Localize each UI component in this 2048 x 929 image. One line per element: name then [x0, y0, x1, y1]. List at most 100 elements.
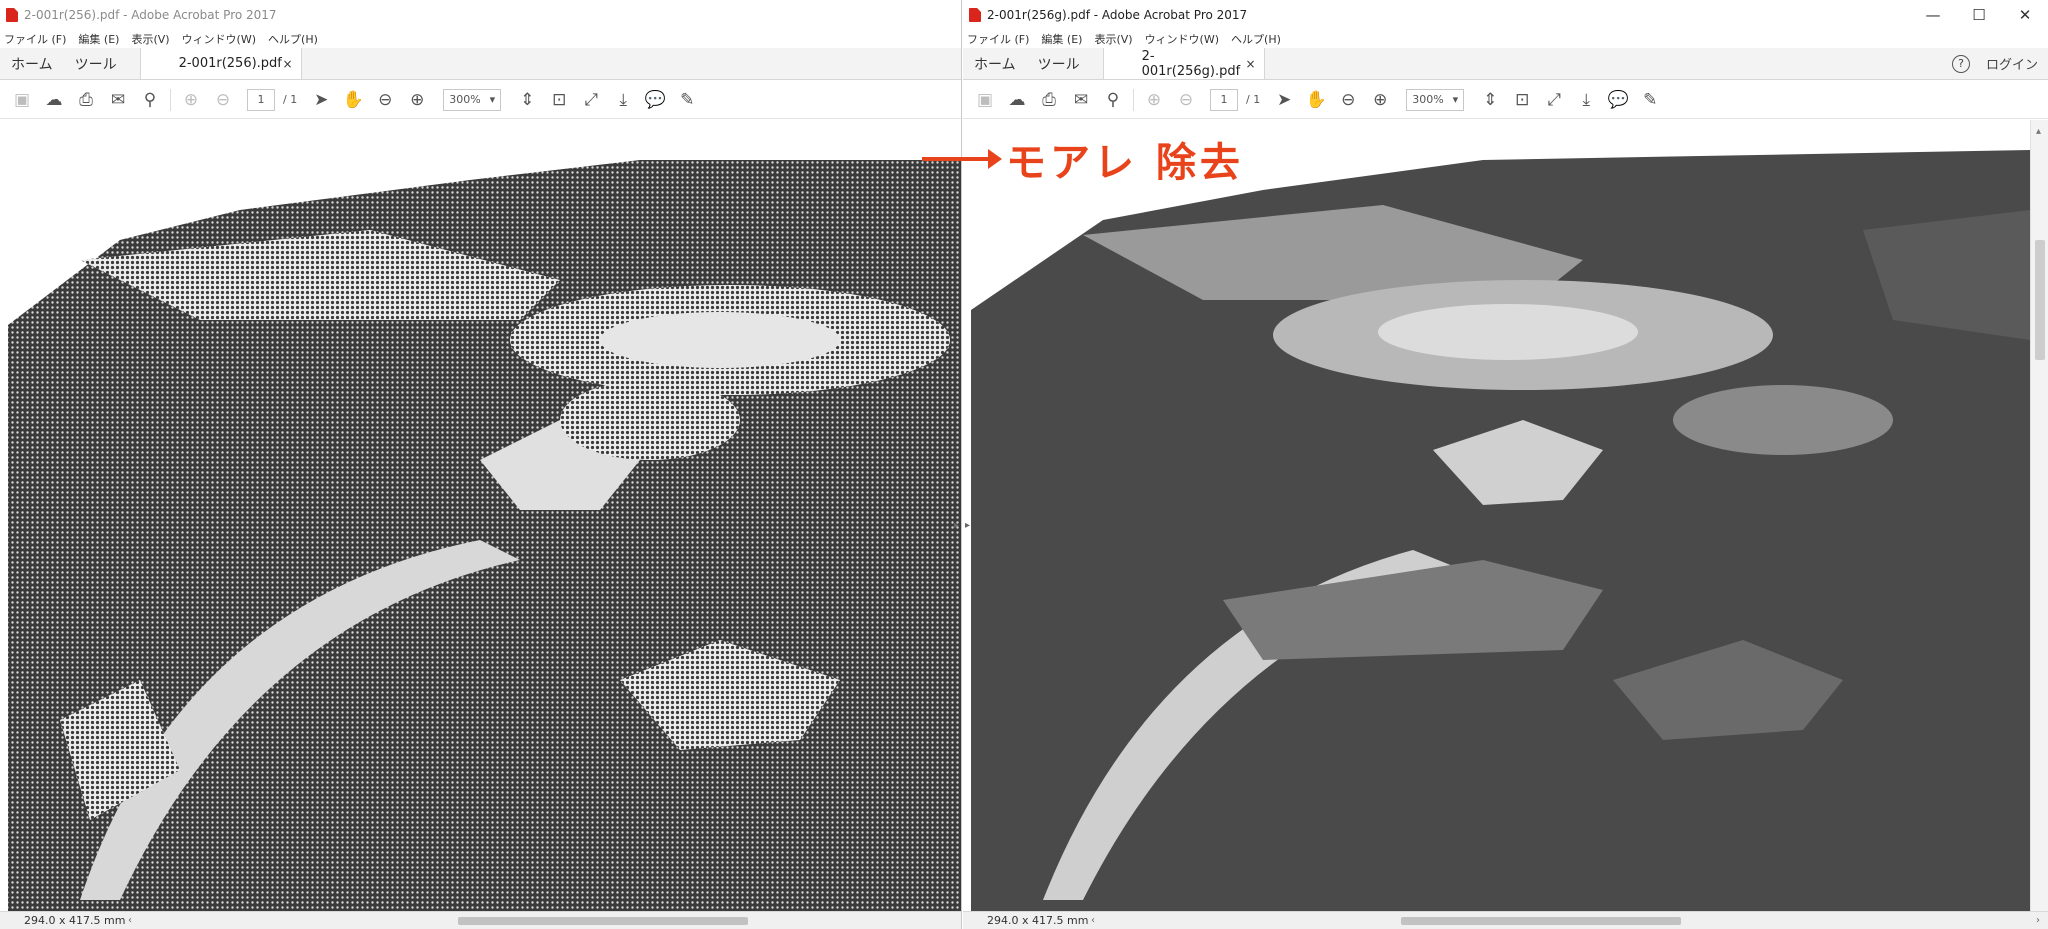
mail-icon[interactable]: ✉	[1065, 85, 1097, 115]
document-tab-label: 2-001r(256).pdf	[178, 56, 282, 71]
search-icon[interactable]: ⚲	[134, 85, 166, 115]
close-tab-icon[interactable]: ×	[283, 57, 293, 71]
menu-edit[interactable]: 編集 (E)	[78, 31, 119, 47]
page-down-icon[interactable]: ⊖	[1170, 85, 1202, 115]
page-navigator: 1 / 1	[247, 88, 297, 111]
descreened-scan-image	[963, 120, 2030, 911]
scroll-left-icon[interactable]: ‹	[1091, 912, 1095, 929]
save-icon[interactable]: ▣	[6, 85, 38, 115]
toolbar-divider	[170, 88, 171, 111]
toolbar: ▣ ☁ ⎙ ✉ ⚲ ⊕ ⊖ 1 / 1 ➤ ✋ ⊖ ⊕ 300% ▾ ⇕ ⊡ ⤢…	[963, 81, 2048, 119]
login-link[interactable]: ログイン	[1986, 54, 2038, 73]
page-size: 294.0 x 417.5 mm	[987, 914, 1089, 927]
status-bar: 294.0 x 417.5 mm ‹	[0, 911, 961, 929]
document-tab[interactable]: 2-001r(256).pdf ×	[139, 48, 302, 79]
panel-toggle-icon[interactable]: ▸	[965, 520, 970, 531]
mail-icon[interactable]: ✉	[102, 85, 134, 115]
print-icon[interactable]: ⎙	[70, 85, 102, 115]
tab-home[interactable]: ホーム	[0, 48, 64, 79]
menu-file[interactable]: ファイル (F)	[4, 31, 66, 47]
horizontal-scrollbar[interactable]: ‹	[128, 912, 961, 929]
close-icon[interactable]: ✕	[2002, 0, 2048, 30]
menu-help[interactable]: ヘルプ(H)	[1231, 31, 1281, 47]
zoom-out-icon[interactable]: ⊖	[1332, 85, 1364, 115]
tab-tools[interactable]: ツール	[64, 48, 128, 79]
fit-page-icon[interactable]: ⇕	[1474, 85, 1506, 115]
scroll-up-icon[interactable]: ▴	[2036, 126, 2041, 137]
sign-icon[interactable]: ✎	[1634, 85, 1666, 115]
close-tab-icon[interactable]: ×	[1246, 57, 1256, 71]
minimize-icon[interactable]: —	[1910, 0, 1956, 30]
page-down-icon[interactable]: ⊖	[207, 85, 239, 115]
page-up-icon[interactable]: ⊕	[1138, 85, 1170, 115]
halftone-scan-image	[0, 120, 961, 911]
select-arrow-icon[interactable]: ➤	[1268, 85, 1300, 115]
document-tab[interactable]: 2-001r(256g).pdf ×	[1102, 48, 1265, 79]
panel-toggle-icon[interactable]: ▸	[954, 520, 959, 531]
scroll-thumb[interactable]	[1401, 917, 1681, 925]
zoom-in-icon[interactable]: ⊕	[1364, 85, 1396, 115]
hand-tool-icon[interactable]: ✋	[337, 85, 369, 115]
full-screen-icon[interactable]: ⤢	[1538, 85, 1570, 115]
menu-window[interactable]: ウィンドウ(W)	[182, 31, 256, 47]
tab-tools[interactable]: ツール	[1027, 48, 1091, 79]
comment-icon[interactable]: 💬	[1602, 85, 1634, 115]
zoom-out-icon[interactable]: ⊖	[369, 85, 401, 115]
menu-view[interactable]: 表示(V)	[131, 31, 169, 47]
zoom-value: 300%	[1412, 93, 1444, 106]
save-icon[interactable]: ▣	[969, 85, 1001, 115]
maximize-icon[interactable]: ☐	[1956, 0, 2002, 30]
menu-file[interactable]: ファイル (F)	[967, 31, 1029, 47]
page-up-icon[interactable]: ⊕	[175, 85, 207, 115]
document-view[interactable]	[0, 120, 961, 911]
vertical-scrollbar[interactable]: ▴	[2030, 120, 2048, 911]
scroll-right-icon[interactable]: ›	[2036, 912, 2040, 929]
cloud-upload-icon[interactable]: ☁	[38, 85, 70, 115]
title-bar: 2-001r(256g).pdf - Adobe Acrobat Pro 201…	[963, 0, 2048, 30]
page-size: 294.0 x 417.5 mm	[24, 914, 126, 927]
chevron-down-icon: ▾	[1452, 93, 1459, 106]
menu-view[interactable]: 表示(V)	[1094, 31, 1132, 47]
acrobat-window-left: 2-001r(256).pdf - Adobe Acrobat Pro 2017…	[0, 0, 962, 929]
sign-icon[interactable]: ✎	[671, 85, 703, 115]
toolbar: ▣ ☁ ⎙ ✉ ⚲ ⊕ ⊖ 1 / 1 ➤ ✋ ⊖ ⊕ 300% ▾ ⇕ ⊡ ⤢…	[0, 81, 961, 119]
zoom-select[interactable]: 300% ▾	[1406, 88, 1465, 111]
scroll-mode-icon[interactable]: ⤓	[607, 85, 639, 115]
status-bar: 294.0 x 417.5 mm ‹ ›	[963, 911, 2048, 929]
fit-page-icon[interactable]: ⇕	[511, 85, 543, 115]
scroll-left-icon[interactable]: ‹	[128, 912, 132, 929]
fit-width-icon[interactable]: ⊡	[543, 85, 575, 115]
menu-edit[interactable]: 編集 (E)	[1041, 31, 1082, 47]
page-number-input[interactable]: 1	[1210, 88, 1238, 111]
page-number-input[interactable]: 1	[247, 88, 275, 111]
document-view[interactable]	[963, 120, 2030, 911]
scroll-thumb[interactable]	[458, 917, 748, 925]
pdf-app-icon	[969, 8, 981, 22]
zoom-in-icon[interactable]: ⊕	[401, 85, 433, 115]
menu-help[interactable]: ヘルプ(H)	[268, 31, 318, 47]
window-controls: — ☐ ✕	[1910, 0, 2048, 30]
zoom-select[interactable]: 300% ▾	[443, 88, 502, 111]
comment-icon[interactable]: 💬	[639, 85, 671, 115]
menu-window[interactable]: ウィンドウ(W)	[1145, 31, 1219, 47]
menu-bar: ファイル (F) 編集 (E) 表示(V) ウィンドウ(W) ヘルプ(H)	[963, 30, 2048, 48]
scroll-mode-icon[interactable]: ⤓	[1570, 85, 1602, 115]
document-tab-label: 2-001r(256g).pdf	[1141, 48, 1241, 79]
select-arrow-icon[interactable]: ➤	[305, 85, 337, 115]
scroll-thumb[interactable]	[2035, 240, 2045, 360]
search-icon[interactable]: ⚲	[1097, 85, 1129, 115]
toolbar-divider	[1133, 88, 1134, 111]
print-icon[interactable]: ⎙	[1033, 85, 1065, 115]
fit-width-icon[interactable]: ⊡	[1506, 85, 1538, 115]
pdf-app-icon	[6, 8, 18, 22]
tab-bar: ホーム ツール 2-001r(256).pdf ×	[0, 48, 961, 80]
cloud-upload-icon[interactable]: ☁	[1001, 85, 1033, 115]
annotation-callout: モアレ 除去	[922, 130, 1244, 188]
tab-home[interactable]: ホーム	[963, 48, 1027, 79]
horizontal-scrollbar[interactable]: ‹ ›	[1091, 912, 2048, 929]
full-screen-icon[interactable]: ⤢	[575, 85, 607, 115]
annotation-text: モアレ 除去	[1006, 140, 1244, 186]
help-icon[interactable]: ?	[1951, 54, 1970, 73]
hand-tool-icon[interactable]: ✋	[1300, 85, 1332, 115]
title-bar: 2-001r(256).pdf - Adobe Acrobat Pro 2017	[0, 0, 961, 30]
